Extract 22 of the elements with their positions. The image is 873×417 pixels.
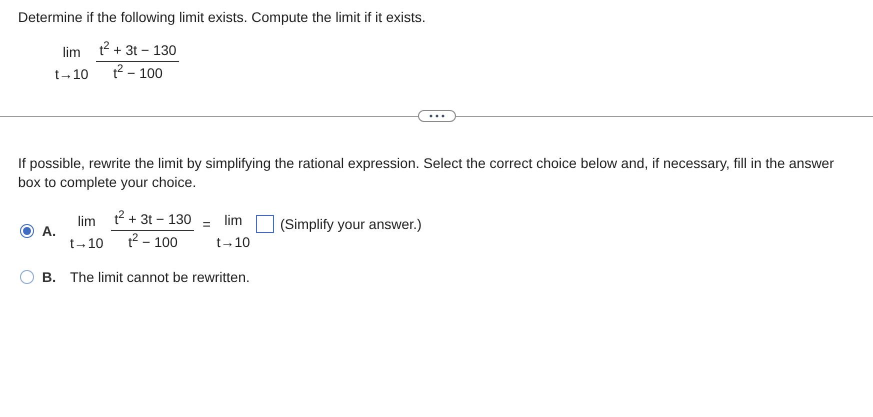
fraction-denominator: t$^{2}$ − 100 — [112, 64, 164, 82]
limit-approach: t→10 — [55, 66, 88, 82]
choice-text: The limit cannot be rewritten. — [70, 269, 250, 285]
answer-box[interactable] — [256, 214, 274, 232]
choice-letter: B. — [42, 269, 57, 285]
radio-button[interactable] — [20, 224, 34, 238]
limit-approach: t→10 — [70, 235, 104, 251]
fraction-numerator: t$^{2}$ + 3t − 130 — [98, 41, 178, 59]
fraction-numerator: t$^{2}$ + 3t − 130 — [113, 210, 192, 228]
hint-text: (Simplify your answer.) — [280, 216, 422, 232]
equals-sign: = — [202, 216, 211, 232]
limit-approach: t→10 — [216, 234, 250, 250]
instruction-text: If possible, rewrite the limit by simplifying the rational expression. Select the correct choice below and, if necessary, fill in the answer box to complete your choice. — [17, 154, 835, 192]
lim-operator: lim — [78, 213, 96, 229]
lim-operator: lim — [62, 44, 81, 60]
radio-button[interactable] — [20, 270, 34, 284]
expand-button[interactable] — [418, 110, 456, 122]
question-text: Determine if the following limit exists. Compute the limit if it exists. — [17, 8, 427, 25]
choice-letter: A. — [42, 222, 57, 238]
lim-operator: lim — [224, 212, 242, 228]
fraction-denominator: t$^{2}$ − 100 — [127, 233, 179, 251]
ellipsis-icon — [428, 114, 444, 118]
